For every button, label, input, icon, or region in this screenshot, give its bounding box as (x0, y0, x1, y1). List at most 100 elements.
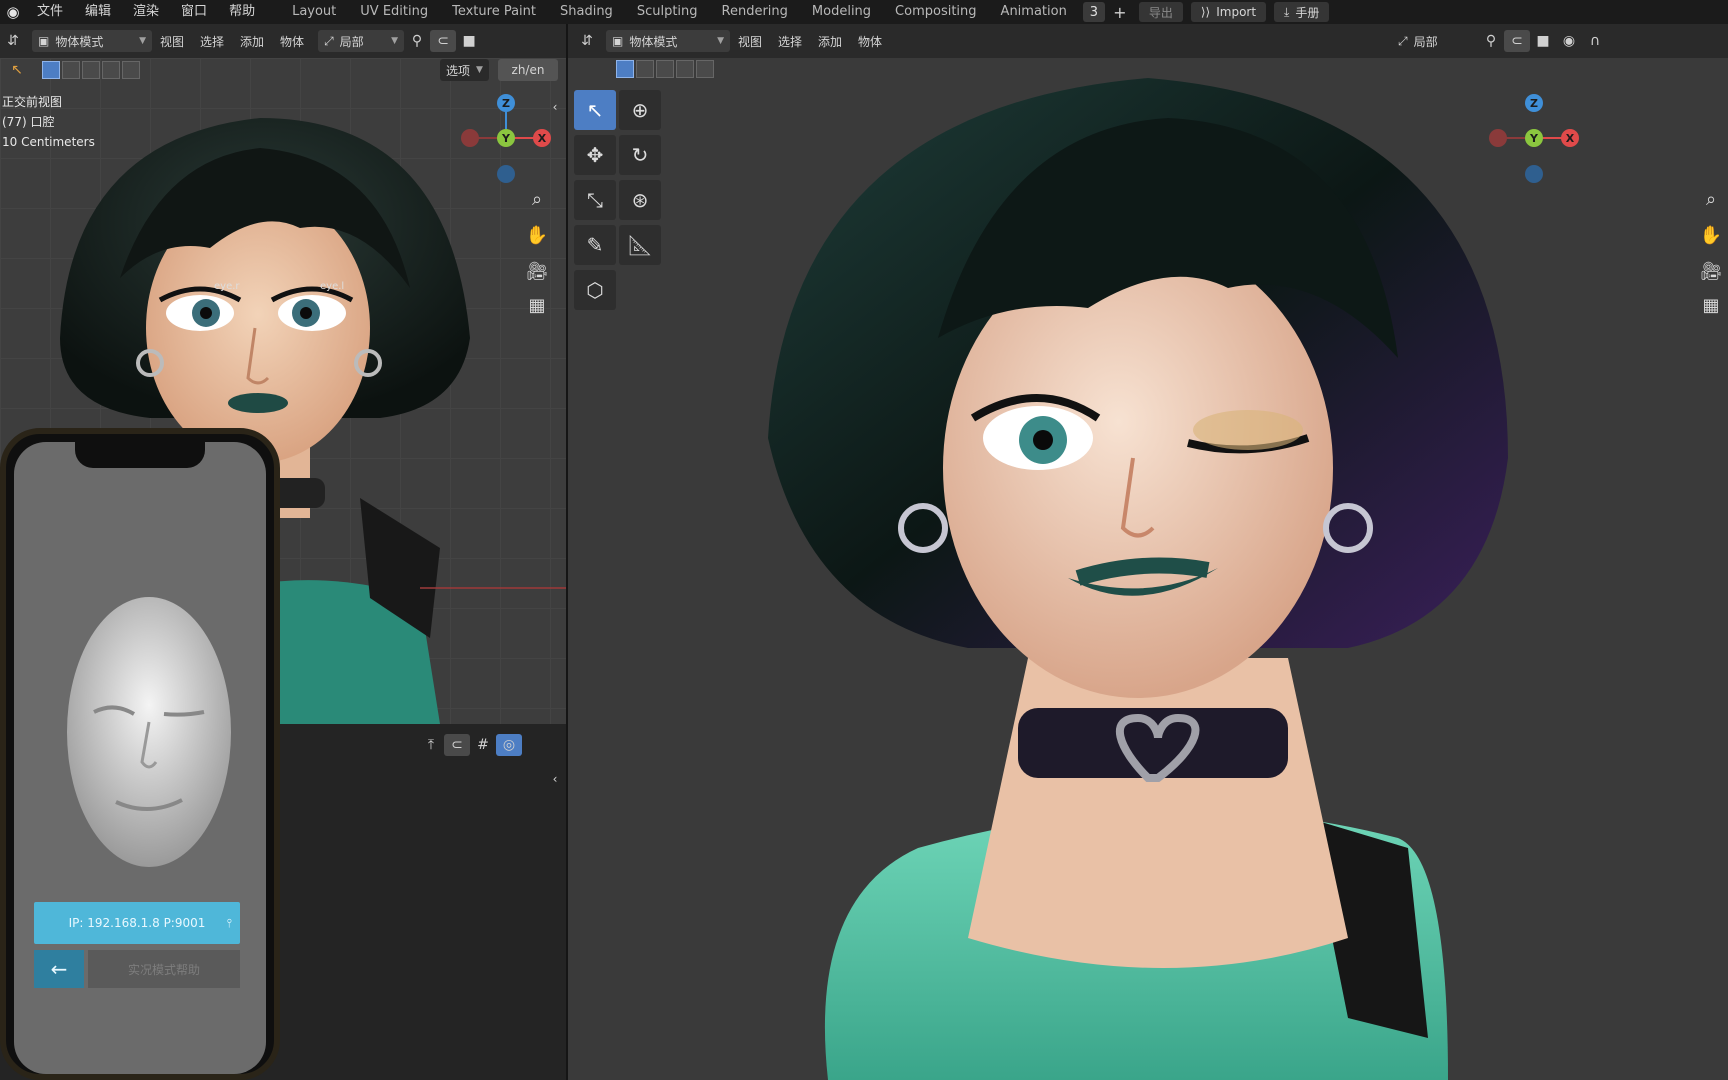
select-intersect-icon[interactable] (122, 61, 140, 79)
menu-help[interactable]: 帮助 (218, 0, 266, 24)
gizmo-x-icon[interactable]: X (1561, 129, 1579, 147)
chevron-down-icon: ▼ (391, 36, 399, 46)
tab-compositing[interactable]: Compositing (883, 0, 989, 24)
gizmo-neg-z-icon[interactable] (1525, 165, 1543, 183)
zoom-icon[interactable]: ⌕ (522, 184, 552, 214)
gizmo-z-icon[interactable]: Z (497, 94, 515, 112)
menu-render[interactable]: 渲染 (122, 0, 170, 24)
snap-grid-icon[interactable]: # (470, 734, 496, 756)
right-viewport[interactable]: ↖ ⊕ ✥ ↻ ⤡ ⊛ ✎ 📐︎ ⬡ Z Y X ⌕ ✋ 🎥︎ ▦ (568, 58, 1728, 1080)
shading-solid-icon[interactable]: ■ (1530, 30, 1556, 52)
tab-animation[interactable]: Animation (989, 0, 1079, 24)
falloff-curve-icon[interactable]: ∩ (1582, 30, 1608, 52)
menu-object[interactable]: 物体 (850, 33, 890, 50)
tab-modeling[interactable]: Modeling (800, 0, 883, 24)
right-viewport-header: ⇵ ▣ 物体模式 ▼ 视图 选择 添加 物体 ⤢ 局部 ⚲ ⊂ ■ ◉ ∩ (568, 24, 1728, 58)
menu-add[interactable]: 添加 (232, 33, 272, 50)
menu-add[interactable]: 添加 (810, 33, 850, 50)
gizmo-x-icon[interactable]: X (533, 129, 551, 147)
keyframe-icon[interactable]: ⤒ (418, 734, 444, 756)
menu-select[interactable]: 选择 (192, 33, 232, 50)
select-extend-icon[interactable] (62, 61, 80, 79)
gizmo-z-icon[interactable]: Z (1525, 94, 1543, 112)
right-pivot-dropdown[interactable]: ⤢ 局部 (1392, 30, 1478, 52)
gizmo-neg-x-icon[interactable] (461, 129, 479, 147)
rotate-tool-icon[interactable]: ↻ (619, 135, 661, 175)
select-intersect-icon[interactable] (696, 60, 714, 78)
pan-hand-icon[interactable]: ✋ (522, 220, 552, 250)
tab-shading[interactable]: Shading (548, 0, 625, 24)
measure-tool-icon[interactable]: 📐︎ (619, 225, 661, 265)
magnet-icon[interactable]: ⊂ (1504, 30, 1530, 52)
camera-icon[interactable]: 🎥︎ (522, 256, 552, 286)
editor-type-icon[interactable]: ⇵ (574, 30, 600, 52)
menu-view[interactable]: 视图 (152, 33, 192, 50)
tab-layout[interactable]: Layout (280, 0, 348, 24)
export-button[interactable]: 导出 (1138, 2, 1183, 22)
gizmo-y-icon[interactable]: Y (1525, 129, 1543, 147)
menu-select[interactable]: 选择 (770, 33, 810, 50)
gizmo-z-label: Z (1530, 96, 1538, 110)
select-new-icon[interactable] (616, 60, 634, 78)
selection-mode-group (42, 61, 142, 79)
snap-icon[interactable]: ⚲ (1478, 30, 1504, 52)
editor-type-icon[interactable]: ⇵ (0, 30, 26, 52)
phone-help-button[interactable]: 实况模式帮助 (88, 950, 240, 988)
manual-button[interactable]: ⤓ 手册 (1274, 2, 1330, 22)
magnet-icon[interactable]: ⊂ (444, 734, 470, 756)
snap-icon[interactable]: ⚲ (404, 30, 430, 52)
menu-view[interactable]: 视图 (730, 33, 770, 50)
overlay-icon[interactable]: ◎ (496, 734, 522, 756)
gizmo-z-label: Z (502, 96, 510, 110)
zoom-icon[interactable]: ⌕ (1696, 184, 1726, 214)
navigation-gizmo-right[interactable]: Z Y X (1484, 88, 1584, 188)
transform-tool-icon[interactable]: ⊛ (619, 180, 661, 220)
collapse-toolbar-icon[interactable]: ‹ (546, 92, 564, 122)
menu-edit[interactable]: 编辑 (74, 0, 122, 24)
select-subtract-icon[interactable] (656, 60, 674, 78)
tab-rendering[interactable]: Rendering (710, 0, 800, 24)
tab-texture-paint[interactable]: Texture Paint (440, 0, 548, 24)
magnet-icon[interactable]: ⊂ (430, 30, 457, 52)
phone-ip-display[interactable]: IP: 192.168.1.8 P:9001 ⫯ (34, 902, 240, 944)
camera-icon[interactable]: 🎥︎ (1696, 256, 1726, 286)
tab-sculpting[interactable]: Sculpting (625, 0, 710, 24)
phone-notch (75, 442, 205, 468)
move-tool-icon[interactable]: ✥ (574, 135, 616, 175)
select-new-icon[interactable] (42, 61, 60, 79)
import-button[interactable]: ⟩⟩ Import (1190, 2, 1267, 22)
annotate-tool-icon[interactable]: ✎ (574, 225, 616, 265)
left-mode-label: 物体模式 (55, 34, 104, 49)
shading-solid-icon[interactable]: ■ (456, 30, 482, 52)
scale-tool-icon[interactable]: ⤡ (574, 180, 616, 220)
collapse-sidebar-icon[interactable]: ‹ (546, 764, 564, 794)
gizmo-neg-x-icon[interactable] (1489, 129, 1507, 147)
cursor-tool-icon[interactable]: ⊕ (619, 90, 661, 130)
menu-file[interactable]: 文件 (26, 0, 74, 24)
phone-back-button[interactable]: ← (34, 950, 84, 988)
gizmo-y-icon[interactable]: Y (497, 129, 515, 147)
ortho-grid-icon[interactable]: ▦ (522, 290, 552, 320)
select-tool-icon[interactable]: ↖ (574, 90, 616, 130)
select-invert-icon[interactable] (102, 61, 120, 79)
blender-logo-icon[interactable]: ◉ (0, 0, 26, 24)
menu-window[interactable]: 窗口 (170, 0, 218, 24)
workspace-count[interactable]: 3 (1082, 2, 1105, 22)
ortho-grid-icon[interactable]: ▦ (1696, 290, 1726, 320)
menu-object[interactable]: 物体 (272, 33, 312, 50)
character-bust-render[interactable] (748, 58, 1588, 1080)
add-cube-tool-icon[interactable]: ⬡ (574, 270, 616, 310)
select-extend-icon[interactable] (636, 60, 654, 78)
left-mode-dropdown[interactable]: ▣ 物体模式 ▼ (32, 30, 152, 52)
pan-hand-icon[interactable]: ✋ (1696, 220, 1726, 250)
add-workspace-icon[interactable]: + (1109, 2, 1131, 22)
right-mode-dropdown[interactable]: ▣ 物体模式 ▼ (606, 30, 730, 52)
gizmo-neg-z-icon[interactable] (497, 165, 515, 183)
navigation-gizmo-left[interactable]: Z Y X (456, 88, 556, 188)
select-invert-icon[interactable] (676, 60, 694, 78)
left-viewport-header: ⇵ ▣ 物体模式 ▼ 视图 选择 添加 物体 ⤢ 局部 ▼ ⚲ ⊂ ■ (0, 24, 566, 58)
tab-uv-editing[interactable]: UV Editing (348, 0, 440, 24)
left-pivot-dropdown[interactable]: ⤢ 局部 ▼ (318, 30, 405, 52)
select-subtract-icon[interactable] (82, 61, 100, 79)
proportional-edit-icon[interactable]: ◉ (1556, 30, 1582, 52)
